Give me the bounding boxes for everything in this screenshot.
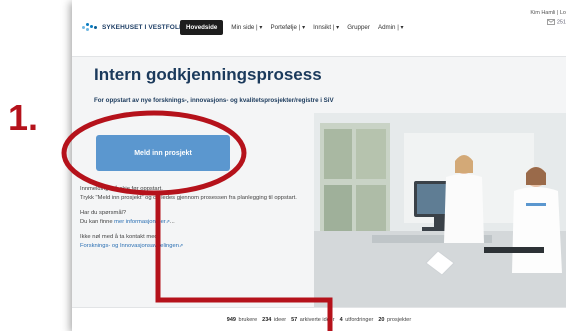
nav-item-portefolje[interactable]: Portefølje | ▾ <box>271 24 306 31</box>
intro-paragraph: Innmelding må skje før oppstart. Trykk "… <box>80 185 310 203</box>
stat-value: 20 <box>378 317 385 323</box>
mail-count: 251 <box>556 19 566 26</box>
main-nav: Hovedside Min side | ▾ Portefølje | ▾ In… <box>180 20 404 35</box>
research-department-link[interactable]: Forsknings- og Innovasjonsavdelingen⇗ <box>80 243 183 249</box>
hero-section: Intern godkjenningsprosess For oppstart … <box>72 57 566 309</box>
contact-line: Ikke nøl med å ta kontakt med <box>80 233 158 240</box>
step-number-label: 1. <box>8 97 39 138</box>
stat-label: brukere <box>238 317 258 323</box>
info-prefix: Du kan finne <box>80 218 115 225</box>
contact-paragraph: Ikke nøl med å ta kontakt med Forsknings… <box>80 233 310 251</box>
mail-indicator[interactable]: 251 <box>530 19 566 25</box>
mail-icon <box>547 19 556 25</box>
user-area: Kim Hamli | Lo 251 <box>530 10 566 25</box>
nav-item-label: Innsikt | <box>313 24 335 31</box>
nav-item-hovedside[interactable]: Hovedside <box>180 20 224 35</box>
stat-label: arkiverte ideer <box>299 317 335 323</box>
nav-item-label: Portefølje | <box>270 24 301 31</box>
external-link-icon: ⇗ <box>178 242 184 249</box>
chevron-down-icon: ▾ <box>259 24 263 31</box>
stat-value: 57 <box>291 317 298 323</box>
nav-item-innsikt[interactable]: Innsikt | ▾ <box>313 24 339 31</box>
questions-paragraph: Har du spørsmål? Du kan finne mer inform… <box>80 209 310 227</box>
chevron-down-icon: ▾ <box>400 24 404 31</box>
statistics-bar: 949 brukere 234 ideer 57 arkiverte ideer… <box>72 307 566 331</box>
research-department-link-text: Forsknings- og Innovasjonsavdelingen <box>80 242 179 249</box>
stat-label: prosjekter <box>387 317 412 323</box>
nav-item-label: Min side | <box>231 24 258 31</box>
chevron-down-icon: ▾ <box>336 24 340 31</box>
nav-item-grupper[interactable]: Grupper <box>347 24 370 31</box>
stat-value: 4 <box>339 317 343 323</box>
app-window: SYKEHUSET I VESTFOLD Hovedside Min side … <box>72 0 566 331</box>
brand-name: SYKEHUSET I VESTFOLD <box>102 23 184 31</box>
hospital-staff-image <box>314 113 566 309</box>
more-info-link-text: mer informasjon her <box>114 218 166 225</box>
nav-item-admin[interactable]: Admin | ▾ <box>378 24 404 31</box>
hero-photo <box>314 113 566 309</box>
stat-projects: 20 prosjekter <box>378 317 411 323</box>
stat-value: 234 <box>262 317 272 323</box>
stat-challenges: 4 utfordringer <box>340 317 374 323</box>
stat-value: 949 <box>226 317 236 323</box>
info-suffix: ... <box>169 218 175 225</box>
user-name[interactable]: Kim Hamli | Lo <box>530 10 566 16</box>
stat-users: 949 brukere <box>227 317 257 323</box>
nav-item-label: Admin | <box>377 24 399 31</box>
more-info-link[interactable]: mer informasjon her⇗ <box>114 219 170 225</box>
stat-ideas: 234 ideer <box>262 317 286 323</box>
submit-project-button[interactable]: Meld inn prosjekt <box>96 135 230 171</box>
intro-line: Innmelding må skje før oppstart. <box>80 186 163 192</box>
top-navigation-bar: SYKEHUSET I VESTFOLD Hovedside Min side … <box>72 0 566 57</box>
stat-label: ideer <box>273 317 287 323</box>
stat-label: utfordringer <box>345 317 374 323</box>
questions-line: Har du spørsmål? <box>80 209 127 216</box>
hospital-logo-icon <box>82 22 98 32</box>
intro-text: Innmelding må skje før oppstart. Trykk "… <box>80 185 310 257</box>
page-subtitle: For oppstart av nye forsknings-, innovas… <box>94 97 334 104</box>
brand[interactable]: SYKEHUSET I VESTFOLD <box>82 22 184 32</box>
nav-item-min-side[interactable]: Min side | ▾ <box>231 24 262 31</box>
page-title: Intern godkjenningsprosess <box>94 65 322 84</box>
intro-line: Trykk "Meld inn prosjekt" og du ledes gj… <box>80 194 297 201</box>
chevron-down-icon: ▾ <box>302 24 306 31</box>
stat-archived-ideas: 57 arkiverte ideer <box>291 317 335 323</box>
